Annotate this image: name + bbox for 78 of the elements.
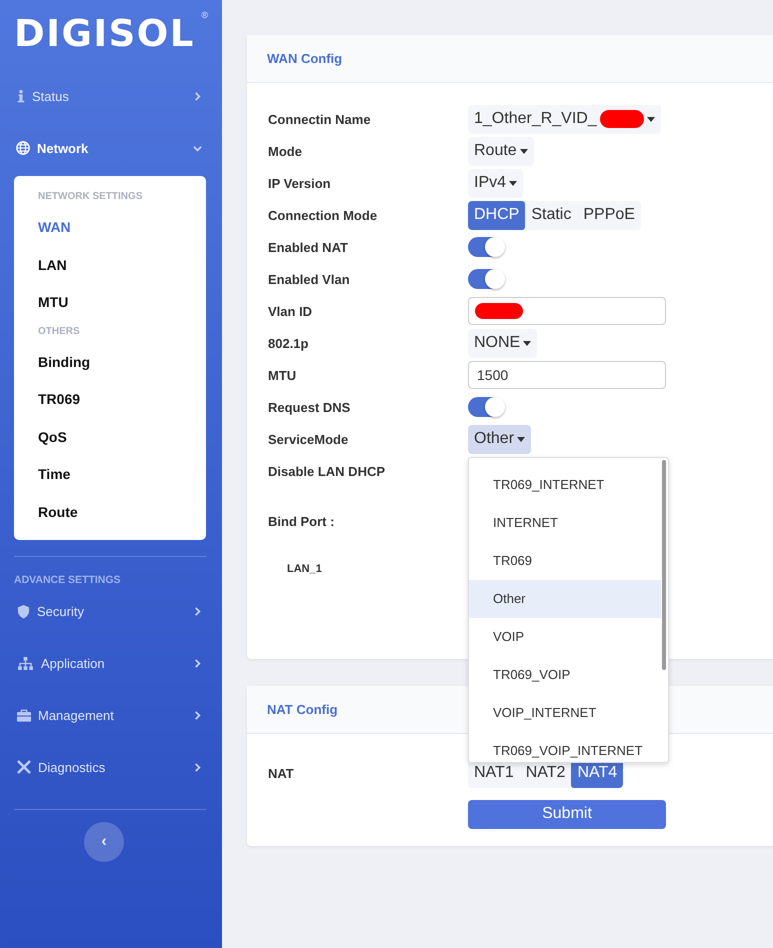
submenu-item[interactable]: MTU (38, 284, 206, 322)
port-label: LAN_1 (287, 563, 322, 575)
submenu-heading: NETWORK SETTINGS (38, 190, 144, 204)
field-label: Disable LAN DHCP (268, 464, 386, 478)
submenu-item[interactable]: QoS (38, 418, 206, 456)
registered-mark: ® (201, 10, 208, 20)
chevron-right-icon (193, 92, 202, 100)
select-dropdown[interactable]: Route (468, 136, 534, 166)
toggle-switch[interactable] (468, 397, 504, 417)
nav-item[interactable]: Security (14, 585, 206, 637)
dropdown-option[interactable]: VOIP_INTERNET (469, 694, 661, 732)
submenu-heading: OTHERS (38, 324, 81, 338)
tools-icon (17, 760, 31, 774)
caret-icon (509, 180, 518, 186)
input-field[interactable] (468, 297, 666, 325)
caret-icon (523, 340, 532, 346)
sitemap-icon (17, 656, 34, 670)
dropdown-option[interactable]: INTERNET (469, 504, 661, 542)
dropdown-option[interactable]: TR069 (469, 542, 661, 580)
info-icon (17, 88, 25, 104)
dropdown-option[interactable]: TR069_VOIP (469, 656, 661, 694)
dropdown-option[interactable]: TR069_VOIP_INTERNET (469, 732, 661, 762)
chevron-down-icon (193, 144, 202, 152)
field-label: IP Version (268, 176, 332, 190)
field-label: Connection Mode (268, 208, 378, 222)
submenu-item[interactable]: Time (38, 456, 206, 494)
nav-item[interactable]: Diagnostics (14, 741, 206, 793)
section-label: Bind Port : (268, 514, 334, 529)
select-dropdown[interactable]: NONE (468, 328, 538, 358)
caret-icon (520, 148, 528, 154)
dropdown-option[interactable]: TR069_INTERNET (469, 466, 661, 504)
submenu-item[interactable]: LAN (38, 246, 206, 284)
field-label: NAT (268, 766, 295, 780)
field-label: MTU (268, 368, 298, 382)
dropdown-option[interactable]: Other (469, 580, 661, 618)
globe-icon (16, 141, 30, 155)
segment-option[interactable]: DHCP (468, 200, 526, 230)
chevron-right-icon (193, 710, 202, 720)
nav-item[interactable]: Management (14, 689, 206, 741)
card-title: NAT Config (267, 702, 338, 717)
field-label: ServiceMode (268, 432, 350, 446)
chevron-right-icon (193, 658, 202, 668)
section-label: ADVANCE SETTINGS (14, 573, 122, 588)
segment-option[interactable]: PPPoE (577, 200, 641, 230)
submenu-item[interactable]: Binding (38, 344, 206, 381)
field-label: Enabled NAT (268, 240, 349, 254)
input-field[interactable]: 1500 (468, 361, 666, 389)
chevron-right-icon (193, 762, 202, 772)
select-dropdown[interactable]: 1_Other_R_VID_ (468, 104, 661, 134)
segment-option[interactable]: NAT2 (520, 758, 572, 788)
field-label: 802.1p (268, 336, 310, 350)
caret-icon (517, 436, 526, 442)
dropdown-option[interactable]: VOIP (469, 618, 661, 656)
field-label: Connectin Name (268, 112, 372, 126)
card-title: WAN Config (267, 51, 342, 66)
submit-button[interactable]: Submit (468, 800, 666, 828)
scrollbar[interactable] (662, 460, 666, 670)
select-dropdown[interactable]: Other (468, 424, 532, 454)
toolbox-icon (17, 708, 31, 722)
nav-item[interactable]: Network (14, 122, 206, 174)
submenu-item[interactable]: TR069 (38, 381, 206, 418)
logo: DIGISOL (14, 18, 195, 50)
toggle-switch[interactable] (468, 269, 504, 289)
chevron-right-icon (193, 606, 202, 616)
submenu-item[interactable]: WAN (38, 209, 206, 246)
select-dropdown[interactable]: IPv4 (468, 168, 524, 198)
submenu-item[interactable]: Route (38, 494, 206, 531)
toggle-switch[interactable] (468, 237, 504, 257)
segment-option[interactable]: Static (525, 200, 578, 230)
collapse-button[interactable]: ‹ (84, 822, 124, 862)
shield-icon (17, 604, 30, 618)
field-label: Mode (268, 144, 303, 158)
field-label: Enabled Vlan (268, 272, 351, 286)
caret-icon (646, 116, 655, 122)
segment-option[interactable]: NAT1 (468, 758, 520, 788)
field-label: Request DNS (268, 400, 352, 414)
nav-item[interactable]: Application (14, 637, 206, 689)
field-label: Vlan ID (268, 304, 314, 318)
